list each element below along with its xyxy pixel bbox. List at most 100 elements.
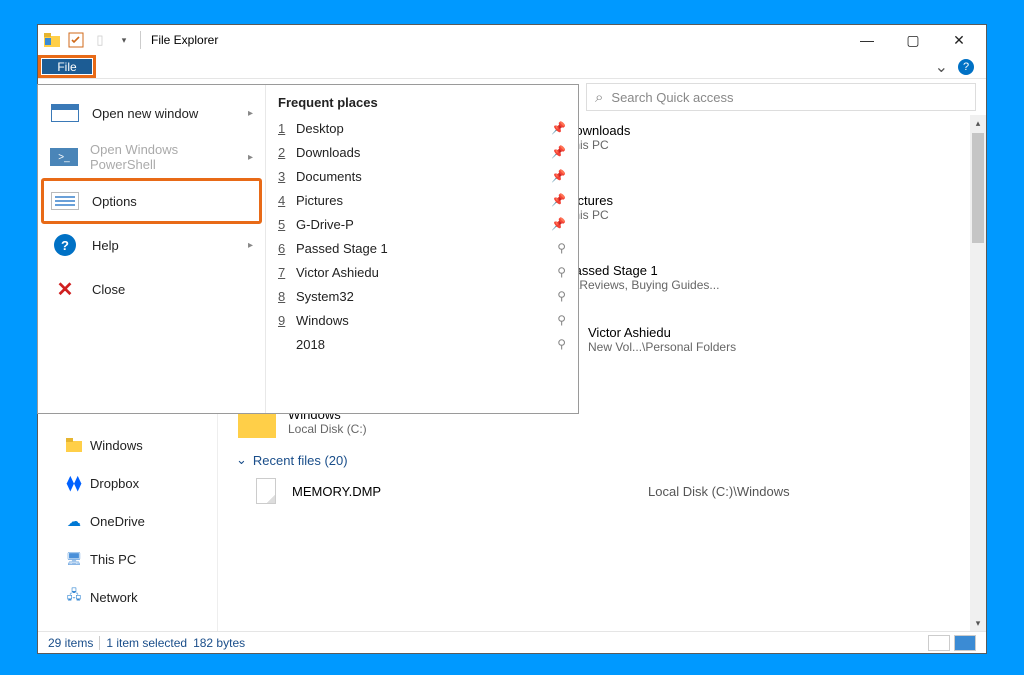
view-thumbnails-icon[interactable] xyxy=(954,635,976,651)
scroll-down-icon[interactable]: ▾ xyxy=(970,615,986,631)
frequent-index: 3 xyxy=(278,169,296,184)
status-bar: 29 items 1 item selected 182 bytes xyxy=(38,631,986,653)
pin-filled-icon[interactable]: 📌 xyxy=(551,121,566,135)
network-icon: 🖧 xyxy=(66,589,82,605)
close-window-button[interactable]: ✕ xyxy=(936,25,982,55)
ribbon-tabs: File ⌄ ? Open new window ▸ >_ Open Windo… xyxy=(38,55,986,79)
frequent-index: 5 xyxy=(278,217,296,232)
frequent-label: Victor Ashiedu xyxy=(296,265,557,280)
status-selection: 1 item selected xyxy=(106,636,187,650)
nav-item-network[interactable]: 🖧 Network xyxy=(38,583,217,611)
options-icon xyxy=(51,192,79,210)
chevron-right-icon: ▸ xyxy=(248,240,253,251)
nav-label: Windows xyxy=(90,438,143,453)
titlebar-separator xyxy=(140,31,141,49)
recent-files-header[interactable]: ⌄ Recent files (20) xyxy=(236,452,968,468)
pin-outline-icon[interactable]: ⚲ xyxy=(557,241,566,255)
new-window-icon xyxy=(51,104,79,122)
help-circle-icon: ? xyxy=(54,234,76,256)
pin-filled-icon[interactable]: 📌 xyxy=(551,169,566,183)
help-icon[interactable]: ? xyxy=(958,59,974,75)
window-title: File Explorer xyxy=(151,33,218,47)
maximize-button[interactable]: ▢ xyxy=(890,25,936,55)
frequent-place-item[interactable]: 9Windows⚲ xyxy=(274,308,570,332)
frequent-label: Pictures xyxy=(296,193,551,208)
folder-icon xyxy=(66,437,82,453)
pin-filled-icon[interactable]: 📌 xyxy=(551,193,566,207)
frequent-place-item[interactable]: 3Documents📌 xyxy=(274,164,570,188)
view-details-icon[interactable] xyxy=(928,635,950,651)
frequent-label: Documents xyxy=(296,169,551,184)
pin-outline-icon[interactable]: ⚲ xyxy=(557,313,566,327)
item-name: Passed Stage 1 xyxy=(566,263,968,278)
item-name: Downloads xyxy=(566,123,968,138)
menu-help[interactable]: ? Help ▸ xyxy=(42,223,261,267)
frequent-places-panel: Frequent places 1Desktop📌2Downloads📌3Doc… xyxy=(266,85,578,413)
search-icon: ⌕ xyxy=(595,89,603,106)
frequent-label: Windows xyxy=(296,313,557,328)
menu-options[interactable]: Options xyxy=(42,179,261,223)
chevron-down-icon: ⌄ xyxy=(236,452,247,468)
onedrive-icon: ☁ xyxy=(66,513,82,529)
status-item-count: 29 items xyxy=(48,636,93,650)
ribbon-collapse-icon[interactable]: ⌄ xyxy=(935,57,948,77)
minimize-button[interactable]: — xyxy=(844,25,890,55)
frequent-index: 2 xyxy=(278,145,296,160)
pc-icon: 🖥 xyxy=(66,551,82,567)
frequent-index: 1 xyxy=(278,121,296,136)
pin-outline-icon[interactable]: ⚲ xyxy=(557,265,566,279)
frequent-label: System32 xyxy=(296,289,557,304)
menu-open-new-window[interactable]: Open new window ▸ xyxy=(42,91,261,135)
pin-icon: 📌 xyxy=(566,222,968,235)
frequent-label: 2018 xyxy=(296,337,557,352)
frequent-place-item[interactable]: 6Passed Stage 1⚲ xyxy=(274,236,570,260)
frequent-place-item[interactable]: 5G-Drive-P📌 xyxy=(274,212,570,236)
pin-filled-icon[interactable]: 📌 xyxy=(551,217,566,231)
file-name: MEMORY.DMP xyxy=(292,484,632,499)
nav-item-onedrive[interactable]: ☁OneDrive xyxy=(38,507,217,535)
scrollbar-thumb[interactable] xyxy=(972,133,984,243)
frequent-label: G-Drive-P xyxy=(296,217,551,232)
search-box[interactable]: ⌕ Search Quick access xyxy=(586,83,976,111)
frequent-label: Downloads xyxy=(296,145,551,160)
pin-outline-icon[interactable]: ⚲ xyxy=(557,337,566,351)
item-location: ...\Reviews, Buying Guides... xyxy=(566,278,968,292)
pin-filled-icon[interactable]: 📌 xyxy=(551,145,566,159)
menu-open-powershell[interactable]: >_ Open Windows PowerShell ▸ xyxy=(42,135,261,179)
nav-label: Network xyxy=(90,590,138,605)
menu-label: Options xyxy=(92,194,137,209)
recent-file-item[interactable]: MEMORY.DMPLocal Disk (C:)\Windows xyxy=(236,474,968,508)
nav-label: Dropbox xyxy=(90,476,139,491)
pin-icon: 📌 xyxy=(566,152,968,165)
nav-label: This PC xyxy=(90,552,136,567)
qat-newfolder-icon[interactable]: ▯ xyxy=(90,30,110,50)
item-location: This PC xyxy=(566,138,968,152)
app-icon xyxy=(42,30,62,50)
file-tab[interactable]: File xyxy=(38,55,96,78)
menu-label: Open new window xyxy=(92,106,198,121)
menu-label: Close xyxy=(92,282,125,297)
scroll-up-icon[interactable]: ▴ xyxy=(970,115,986,131)
vertical-scrollbar[interactable]: ▴ ▾ xyxy=(970,115,986,631)
frequent-place-item[interactable]: 2018⚲ xyxy=(274,332,570,356)
frequent-place-item[interactable]: 8System32⚲ xyxy=(274,284,570,308)
file-menu-commands: Open new window ▸ >_ Open Windows PowerS… xyxy=(38,85,266,413)
frequent-place-item[interactable]: 1Desktop📌 xyxy=(274,116,570,140)
frequent-place-item[interactable]: 4Pictures📌 xyxy=(274,188,570,212)
chevron-right-icon: ▸ xyxy=(248,152,253,163)
frequent-place-item[interactable]: 2Downloads📌 xyxy=(274,140,570,164)
quick-access-item[interactable]: Passed Stage 1...\Reviews, Buying Guides… xyxy=(566,263,968,292)
nav-item-windows[interactable]: Windows xyxy=(38,431,217,459)
frequent-place-item[interactable]: 7Victor Ashiedu⚲ xyxy=(274,260,570,284)
file-menu: Open new window ▸ >_ Open Windows PowerS… xyxy=(37,84,579,414)
qat-dropdown-icon[interactable]: ▾ xyxy=(114,30,134,50)
recent-files-label: Recent files (20) xyxy=(253,453,348,468)
nav-item-dropbox[interactable]: ⧫⧫Dropbox xyxy=(38,469,217,497)
quick-access-item[interactable]: PicturesThis PC📌 xyxy=(566,193,968,235)
folder-location: Local Disk (C:) xyxy=(288,422,367,436)
nav-item-this-pc[interactable]: 🖥 This PC xyxy=(38,545,217,573)
quick-access-item[interactable]: DownloadsThis PC📌 xyxy=(566,123,968,165)
menu-close[interactable]: ✕ Close xyxy=(42,267,261,311)
pin-outline-icon[interactable]: ⚲ xyxy=(557,289,566,303)
qat-properties-icon[interactable] xyxy=(66,30,86,50)
